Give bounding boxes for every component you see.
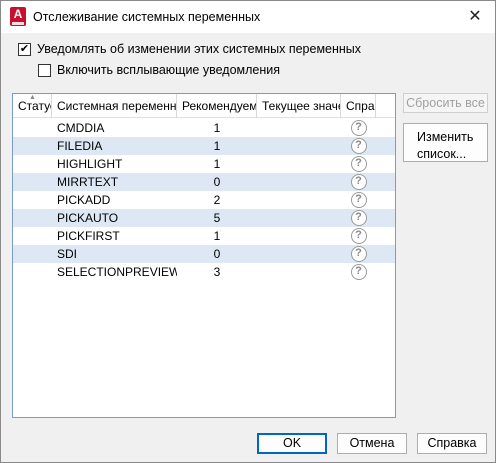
variable-name-cell: FILEDIA (57, 139, 103, 153)
recommended-value-cell[interactable]: 1 (177, 119, 257, 137)
title-bar[interactable]: A Отслеживание системных переменных ✕ (1, 1, 495, 33)
variable-name-cell: CMDDIA (57, 121, 105, 135)
column-header-recommended[interactable]: Рекомендуемое (177, 94, 257, 118)
status-cell (13, 191, 52, 209)
status-cell (13, 245, 52, 263)
variable-name-cell: SDI (57, 247, 78, 261)
close-icon[interactable]: ✕ (463, 5, 487, 29)
edit-list-label-line2: список... (417, 147, 467, 161)
help-cell: ? (341, 263, 376, 281)
table-row[interactable]: PICKADD 2? (13, 191, 395, 209)
system-variables-grid[interactable]: ▲ Статус Системная переменная Рекомендуе… (12, 93, 396, 418)
status-cell (13, 227, 52, 245)
help-button[interactable]: Справка (417, 433, 487, 454)
table-row[interactable]: SDI 0? (13, 245, 395, 263)
current-value-cell (257, 245, 341, 263)
help-question-icon[interactable]: ? (350, 138, 367, 154)
status-cell (13, 209, 52, 227)
help-cell: ? (341, 227, 376, 245)
grid-header: ▲ Статус Системная переменная Рекомендуе… (13, 94, 395, 118)
status-cell (13, 137, 52, 155)
help-question-icon[interactable]: ? (350, 264, 367, 280)
help-cell: ? (341, 209, 376, 227)
table-row[interactable]: FILEDIA 1? (13, 137, 395, 155)
variable-name-cell: SELECTIONPREVIEW (57, 265, 177, 279)
notify-checkbox-label: Уведомлять об изменении этих системных п… (37, 42, 362, 56)
cancel-button[interactable]: Отмена (337, 433, 407, 454)
reset-all-button[interactable]: Сбросить все (403, 93, 488, 113)
status-cell (13, 119, 52, 137)
status-cell (13, 263, 52, 281)
current-value-cell (257, 191, 341, 209)
status-cell (13, 155, 52, 173)
recommended-value-cell[interactable]: 3 (177, 263, 257, 281)
current-value-cell (257, 209, 341, 227)
help-cell: ? (341, 155, 376, 173)
table-row[interactable]: PICKAUTO 5? (13, 209, 395, 227)
popup-notifications-checkbox[interactable] (38, 63, 51, 77)
column-header-variable[interactable]: Системная переменная (52, 94, 177, 118)
variable-name-cell: PICKFIRST (57, 229, 120, 243)
current-value-cell (257, 263, 341, 281)
table-row[interactable]: SELECTIONPREVIEW 3? (13, 263, 395, 281)
table-row[interactable]: CMDDIA 1? (13, 119, 395, 137)
recommended-value-cell[interactable]: 1 (177, 155, 257, 173)
column-header-status[interactable]: ▲ Статус (13, 94, 52, 118)
recommended-value-cell[interactable]: 1 (177, 227, 257, 245)
help-cell: ? (341, 191, 376, 209)
variable-name-cell: PICKAUTO (57, 211, 119, 225)
help-question-icon[interactable]: ? (350, 156, 367, 172)
current-value-cell (257, 155, 341, 173)
help-cell: ? (341, 119, 376, 137)
recommended-value-cell[interactable]: 2 (177, 191, 257, 209)
column-header-current[interactable]: Текущее значение (257, 94, 341, 118)
edit-list-button[interactable]: Изменить список... (403, 123, 488, 162)
help-question-icon[interactable]: ? (350, 120, 367, 136)
help-cell: ? (341, 137, 376, 155)
window-title: Отслеживание системных переменных (33, 10, 261, 24)
help-question-icon[interactable]: ? (350, 174, 367, 190)
popup-option-row[interactable]: Включить всплывающие уведомления (38, 63, 280, 77)
notify-option-row[interactable]: ✔ Уведомлять об изменении этих системных… (18, 42, 361, 56)
popup-checkbox-label: Включить всплывающие уведомления (57, 63, 281, 77)
recommended-value-cell[interactable]: 0 (177, 245, 257, 263)
notify-checkbox[interactable]: ✔ (18, 42, 31, 56)
help-cell: ? (341, 173, 376, 191)
help-question-icon[interactable]: ? (350, 192, 367, 208)
edit-list-label-line1: Изменить (417, 130, 474, 144)
recommended-value-cell[interactable]: 5 (177, 209, 257, 227)
help-question-icon[interactable]: ? (350, 246, 367, 262)
column-header-help[interactable]: Справка (341, 94, 376, 118)
table-row[interactable]: MIRRTEXT 0? (13, 173, 395, 191)
table-row[interactable]: PICKFIRST 1? (13, 227, 395, 245)
ok-button[interactable]: OK (257, 433, 327, 454)
variable-name-cell: MIRRTEXT (57, 175, 119, 189)
table-row[interactable]: HIGHLIGHT 1? (13, 155, 395, 173)
autocad-app-icon: A (10, 7, 26, 26)
sort-ascending-icon: ▲ (29, 94, 36, 101)
current-value-cell (257, 173, 341, 191)
status-cell (13, 173, 52, 191)
help-question-icon[interactable]: ? (350, 228, 367, 244)
recommended-value-cell[interactable]: 0 (177, 173, 257, 191)
variable-name-cell: HIGHLIGHT (57, 157, 123, 171)
help-question-icon[interactable]: ? (350, 210, 367, 226)
grid-body: CMDDIA 1? FILEDIA 1? HIGHLIGHT 1? MIRRTEXT 0? PI… (13, 119, 395, 281)
current-value-cell (257, 119, 341, 137)
dialog-window: A Отслеживание системных переменных ✕ ✔ … (0, 0, 496, 463)
current-value-cell (257, 137, 341, 155)
recommended-value-cell[interactable]: 1 (177, 137, 257, 155)
current-value-cell (257, 227, 341, 245)
help-cell: ? (341, 245, 376, 263)
variable-name-cell: PICKADD (57, 193, 111, 207)
